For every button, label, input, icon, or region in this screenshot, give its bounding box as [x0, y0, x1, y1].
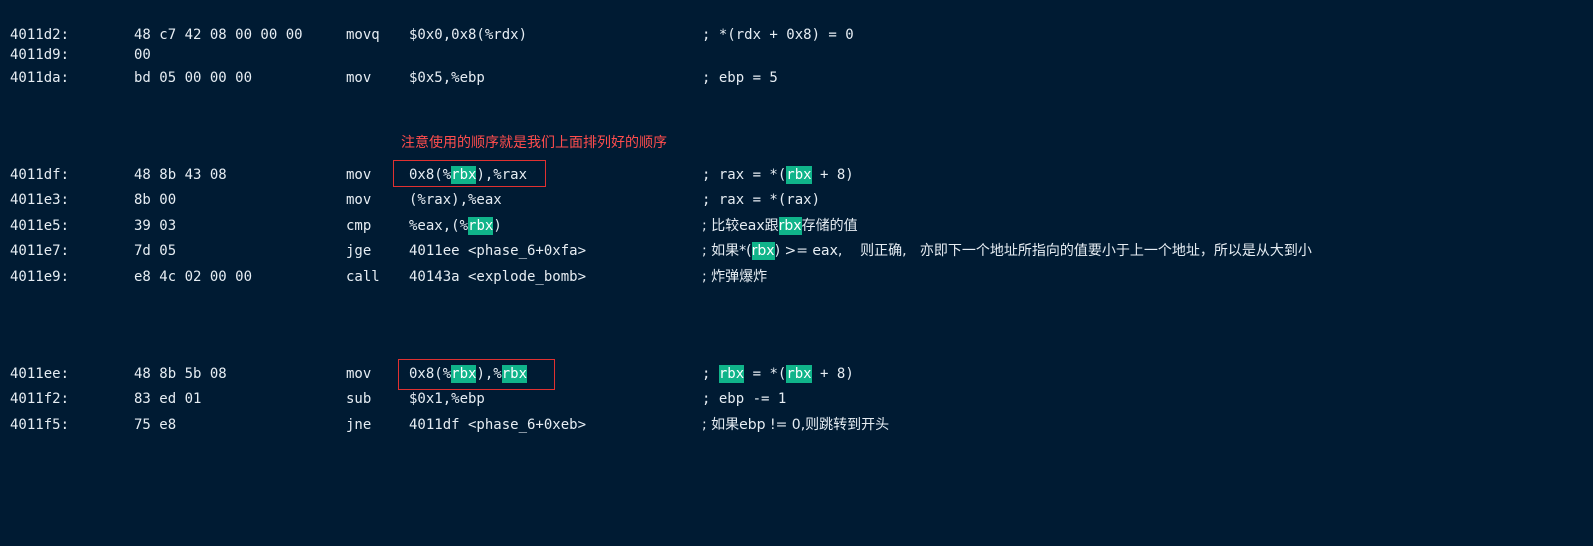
asm-line-4011d9: 4011d9: 00: [0, 44, 151, 66]
address: 4011da:: [10, 70, 70, 86]
asm-line-4011e3: 4011e3: 8b 00 mov (%rax),%eax ; rax = *(…: [0, 189, 820, 211]
address: 4011f2:: [10, 391, 70, 407]
asm-line-4011df: 4011df: 48 8b 43 08 mov 0x8(%rbx),%rax ;…: [0, 164, 854, 186]
rbx-highlight: rbx: [778, 217, 802, 235]
operands: (%rax),%eax: [409, 192, 502, 208]
comment-text: ) >= eax, 则正确, 亦即下一个地址所指向的值要小于上一个地址，所以是从…: [774, 243, 1312, 259]
address: 4011e9:: [10, 269, 70, 285]
operands: 4011df <phase_6+0xeb>: [409, 417, 587, 433]
asm-line-4011e5: 4011e5: 39 03 cmp %eax,(%rbx) ; 比较eax跟rb…: [0, 215, 858, 237]
operand-text: ),%rax: [476, 167, 528, 183]
operands: %eax,(%rbx): [409, 215, 502, 237]
rbx-highlight: rbx: [451, 365, 477, 383]
rbx-highlight: rbx: [501, 365, 528, 383]
rbx-highlight: rbx: [451, 166, 477, 184]
operands: $0x1,%ebp: [409, 391, 485, 407]
asm-line-4011f2: 4011f2: 83 ed 01 sub $0x1,%ebp ; ebp -= …: [0, 388, 786, 410]
address: 4011ee:: [10, 366, 70, 382]
operands: 4011ee <phase_6+0xfa>: [409, 243, 587, 259]
comment: ; rax = *(rax): [702, 192, 821, 208]
operands: $0x0,0x8(%rdx): [409, 27, 528, 43]
operands: 0x8(%rbx),%rbx: [409, 363, 528, 385]
machine-bytes: 48 8b 5b 08: [134, 366, 227, 382]
comment-text: = *(: [744, 366, 787, 382]
comment: ; ebp = 5: [702, 70, 778, 86]
machine-bytes: 48 c7 42 08 00 00 00: [134, 27, 303, 43]
mnemonic: movq: [346, 27, 380, 43]
comment-text: ; 比较eax跟: [702, 218, 779, 234]
operand-text: 0x8(%: [409, 366, 452, 382]
mnemonic: sub: [346, 391, 372, 407]
operands: 40143a <explode_bomb>: [409, 269, 587, 285]
comment-text: + 8): [811, 167, 854, 183]
comment: ; 炸弹爆炸: [702, 269, 768, 285]
address: 4011d9:: [10, 47, 70, 63]
comment-text: + 8): [811, 366, 854, 382]
asm-line-4011ee: 4011ee: 48 8b 5b 08 mov 0x8(%rbx),%rbx ;…: [0, 363, 854, 385]
machine-bytes: 7d 05: [134, 243, 177, 259]
mnemonic: mov: [346, 70, 372, 86]
comment-text: ; rax = *(: [702, 167, 787, 183]
machine-bytes: e8 4c 02 00 00: [134, 269, 253, 285]
machine-bytes: bd 05 00 00 00: [134, 70, 253, 86]
operands: $0x5,%ebp: [409, 70, 485, 86]
asm-line-4011da: 4011da: bd 05 00 00 00 mov $0x5,%ebp ; e…: [0, 67, 778, 89]
mnemonic: jge: [346, 243, 372, 259]
address: 4011df:: [10, 167, 70, 183]
machine-bytes: 75 e8: [134, 417, 177, 433]
mnemonic: cmp: [346, 218, 372, 234]
mnemonic: call: [346, 269, 380, 285]
address: 4011f5:: [10, 417, 70, 433]
rbx-highlight: rbx: [468, 217, 494, 235]
machine-bytes: 48 8b 43 08: [134, 167, 227, 183]
annotation-note: 注意使用的顺序就是我们上面排列好的顺序: [401, 135, 667, 151]
operand-text: ): [493, 218, 502, 234]
mnemonic: mov: [346, 366, 372, 382]
comment: ; 如果*(rbx) >= eax, 则正确, 亦即下一个地址所指向的值要小于上…: [702, 240, 1312, 262]
machine-bytes: 00: [134, 47, 151, 63]
address: 4011e7:: [10, 243, 70, 259]
comment: ; rax = *(rbx + 8): [702, 164, 854, 186]
comment: ; *(rdx + 0x8) = 0: [702, 27, 854, 43]
rbx-highlight: rbx: [751, 242, 775, 260]
address: 4011e3:: [10, 192, 70, 208]
address: 4011e5:: [10, 218, 70, 234]
operand-text: 0x8(%: [409, 167, 452, 183]
operand-text: ),%: [476, 366, 502, 382]
comment: ; 比较eax跟rbx存储的值: [702, 215, 858, 237]
comment: ; ebp -= 1: [702, 391, 787, 407]
mnemonic: mov: [346, 192, 372, 208]
rbx-highlight: rbx: [718, 365, 745, 383]
machine-bytes: 39 03: [134, 218, 177, 234]
comment: ; 如果ebp != 0,则跳转到开头: [702, 417, 890, 433]
comment-text: ;: [702, 366, 719, 382]
rbx-highlight: rbx: [786, 365, 812, 383]
operands: 0x8(%rbx),%rax: [409, 164, 527, 186]
asm-line-4011e9: 4011e9: e8 4c 02 00 00 call 40143a <expl…: [0, 266, 767, 288]
machine-bytes: 83 ed 01: [134, 391, 202, 407]
operand-text: %eax,(%: [409, 218, 469, 234]
comment-text: ; 如果*(: [702, 243, 752, 259]
asm-line-4011f5: 4011f5: 75 e8 jne 4011df <phase_6+0xeb> …: [0, 414, 889, 436]
asm-line-4011d2: 4011d2: 48 c7 42 08 00 00 00 movq $0x0,0…: [0, 24, 854, 46]
mnemonic: mov: [346, 167, 372, 183]
asm-line-4011e7: 4011e7: 7d 05 jge 4011ee <phase_6+0xfa> …: [0, 240, 1312, 262]
address: 4011d2:: [10, 27, 70, 43]
comment-text: 存储的值: [801, 218, 858, 234]
comment: ; rbx = *(rbx + 8): [702, 363, 854, 385]
machine-bytes: 8b 00: [134, 192, 177, 208]
mnemonic: jne: [346, 417, 372, 433]
rbx-highlight: rbx: [786, 166, 812, 184]
